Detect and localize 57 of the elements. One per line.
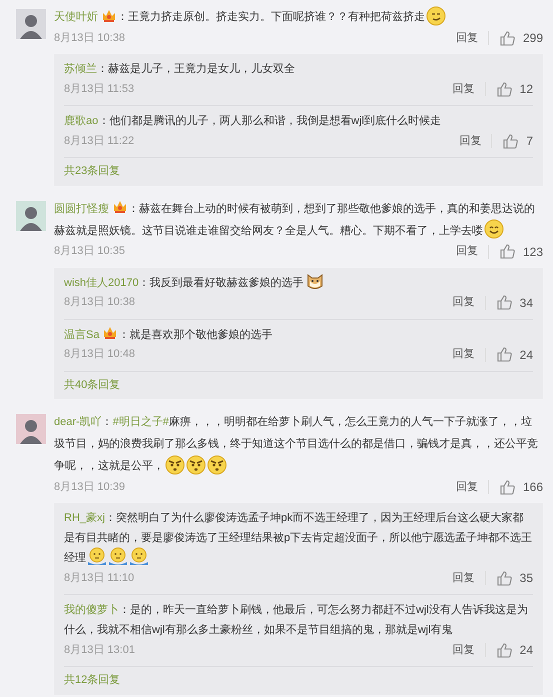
emoji-icon [207,454,227,475]
thumbs-up-icon [496,346,513,363]
timestamp: 8月13日 10:48 [64,347,136,362]
comment-text: 天使叶妡 ：王竟力挤走原创。挤走实力。下面呢挤谁？？有种把荷兹挤走 [54,6,543,28]
timestamp: 8月13日 13:01 [64,642,136,658]
thumbs-up-icon [498,478,516,496]
comment-text: 圆圆打怪瘦 ：赫兹在舞台上动的时候有被萌到，想到了那些敬他爹娘的选手，真的和姜思达说的赫兹就是照妖镜。这节目说谁走谁留交给网友？全是人气。糟心。下期不看了，上学去喽 [54,198,543,242]
timestamp: 8月13日 10:35 [54,244,126,260]
avatar [16,200,46,230]
like-button[interactable]: 123 [498,242,543,260]
avatar [16,9,46,39]
reply-link[interactable]: 回复 [452,570,475,586]
like-button[interactable]: 35 [496,569,533,587]
reply-link[interactable]: 回复 [459,132,482,150]
timestamp: 8月13日 10:38 [54,30,126,46]
reply-link[interactable]: 回复 [456,243,478,260]
like-button[interactable]: 299 [498,29,543,47]
reply-link[interactable]: 回复 [452,80,475,98]
like-button[interactable]: 166 [498,478,543,496]
like-button[interactable]: 24 [496,641,533,659]
emoji-icon [87,546,107,567]
thumbs-up-icon [496,294,513,311]
emoji-icon [484,219,504,240]
comment-text: 苏倾兰：赫兹是儿子，王竟力是女儿，儿女双全 [64,62,296,77]
timestamp: 8月13日 11:10 [64,570,136,586]
reply-link[interactable]: 回复 [456,30,478,46]
thumbs-up-icon [496,570,513,586]
timestamp: 8月13日 11:53 [64,82,136,97]
emoji-icon [129,546,149,567]
emoji-icon [304,271,325,292]
comment-text: 我的傻萝卜：是的，昨天一直给萝卜刷钱，他最后，可怎么努力都赶不过wjl没有人告诉我这是为什么，我就不相信wjl有那么多土豪粉丝，如果不是节目组搞的鬼，那就是wjl有鬼 [64,602,529,638]
thumbs-up-icon [496,642,513,658]
thumbs-up-icon [498,243,516,260]
timestamp: 8月13日 10:38 [64,295,136,310]
thumbs-up-icon [498,30,516,46]
like-button[interactable]: 34 [496,294,533,312]
thumbs-up-icon [502,132,520,150]
emoji-icon [186,454,206,475]
comment-text: 温言Sa ：就是喜欢那个敬他爹娘的选手 [64,324,533,344]
thumbs-up-icon [496,80,513,98]
reply-link[interactable]: 回复 [452,294,475,311]
reply-link[interactable]: 回复 [456,478,478,496]
emoji-icon [108,546,128,567]
emoji-icon [426,6,446,26]
timestamp: 8月13日 10:39 [54,480,126,495]
emoji-icon [165,454,185,475]
like-button[interactable]: 12 [496,80,533,98]
comment-text: dear-凯吖：#明日之子#麻痹，，，明明都在给萝卜刷人气，怎么王竟力的人气一下子就涨了，，垃圾节目，妈的浪费我刷了那么多钱，终于知道这个节目选什么的都是借口，骗钱才是真，，还公平竞争呢，，这就是公平， [54,411,543,477]
reply-link[interactable]: 回复 [452,642,475,658]
comment-text: RH_豪xj：突然明白了为什么廖俊涛选孟子坤pk而不选王经理了，因为王经理后台这么硬大家都是有目共睹的，要是廖俊涛选了王经理结果被p下去肯定超没面子，所以他宁愿选孟子坤都不选王经理 [64,508,533,568]
timestamp: 8月13日 11:22 [64,134,136,149]
comment-text: wish佳人20170：我反到最看好敬赫兹爹娘的选手 [64,272,533,292]
avatar [16,414,46,444]
like-button[interactable]: 24 [496,346,533,364]
like-button[interactable]: 7 [502,132,533,150]
comment-text: 鹿歌ao：他们都是腾讯的儿子，两人那么和谐，我倒是想看wjl到底什么时候走 [64,114,442,129]
reply-link[interactable]: 回复 [452,346,475,363]
